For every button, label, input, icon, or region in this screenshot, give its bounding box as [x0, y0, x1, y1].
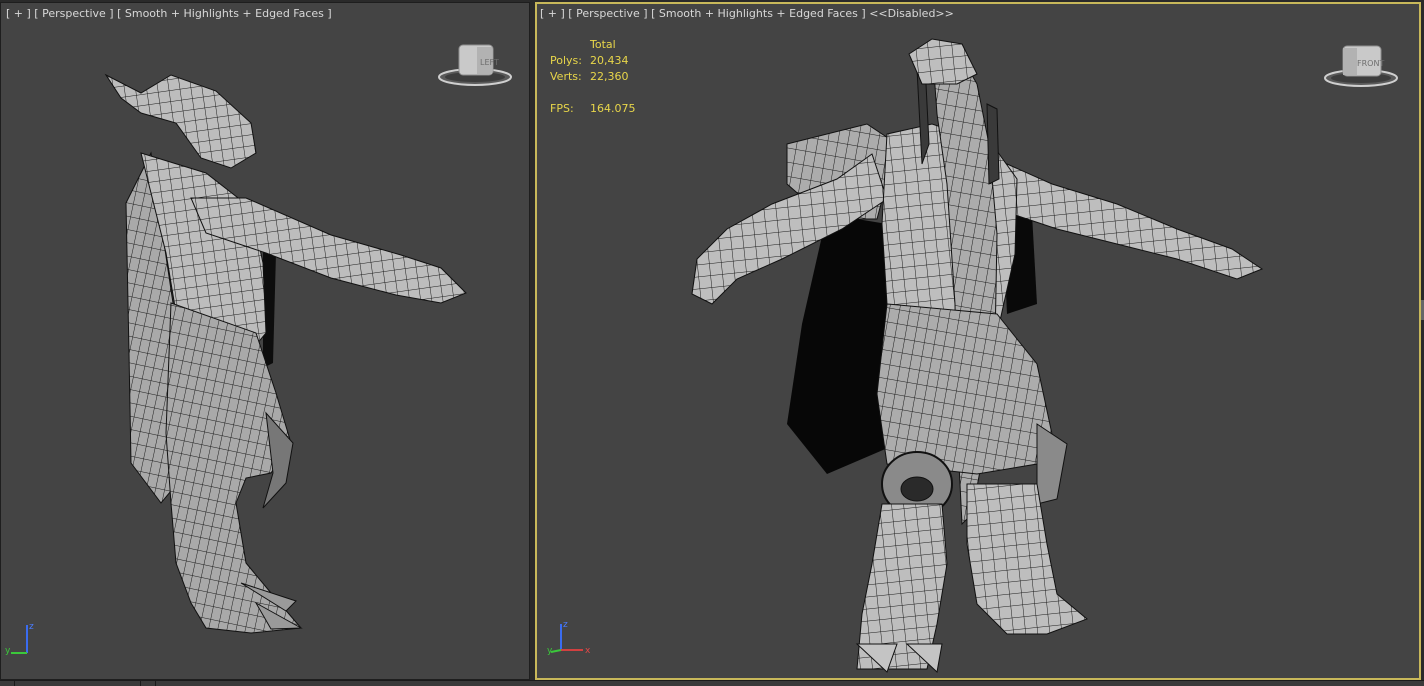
viewcube-icon[interactable]: LEFT	[437, 41, 517, 89]
viewcube-icon[interactable]: FRONT	[1323, 42, 1403, 90]
wireframe-model	[104, 73, 467, 634]
viewport-right[interactable]: [ + ] [ Perspective ] [ Smooth + Highlig…	[535, 2, 1421, 680]
axis-z-label: z	[29, 622, 34, 632]
viewcube-face-label: LEFT	[480, 58, 499, 67]
axis-y-label: y	[547, 646, 553, 656]
bottom-toolbar-strip	[0, 680, 1424, 686]
axis-z-label: z	[563, 620, 568, 630]
viewport-left[interactable]: [ + ] [ Perspective ] [ Smooth + Highlig…	[0, 2, 530, 680]
axis-y-label: y	[5, 646, 11, 656]
axis-tripod-icon: z y x	[547, 616, 597, 656]
app-window: [ + ] [ Perspective ] [ Smooth + Highlig…	[0, 0, 1424, 686]
axis-tripod-icon: z y	[5, 617, 45, 657]
viewcube-face-label: FRONT	[1357, 59, 1384, 68]
axis-x-label: x	[585, 646, 591, 656]
wireframe-model	[691, 38, 1264, 673]
